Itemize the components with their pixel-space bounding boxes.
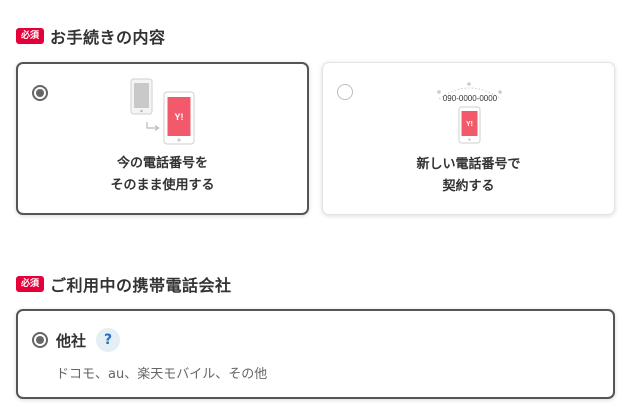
option-new-number-label: 新しい電話番号で 契約する [416, 157, 521, 194]
section-title-procedure: 必須 お手続きの内容 [16, 24, 166, 48]
section-title-carrier: 必須 ご利用中の携帯電話会社 [16, 272, 232, 296]
new-number-label: 090-0000-0000 [443, 94, 498, 103]
carrier-label: 他社 [56, 331, 87, 350]
number-transfer-illustration-icon: Y! [130, 78, 195, 145]
option-other-carrier-card[interactable]: 他社 ? ドコモ、au、楽天モバイル、その他 [16, 309, 615, 399]
required-badge: 必須 [16, 28, 45, 44]
section-heading: ご利用中の携帯電話会社 [50, 276, 232, 295]
required-badge: 必須 [16, 276, 45, 292]
carrier-row: 他社 ? [56, 328, 121, 352]
option-keep-number-card[interactable]: Y! 今の電話番号を そのまま使用する [16, 62, 309, 215]
radio-other-carrier[interactable] [32, 332, 48, 348]
option-new-number-card[interactable]: 090-0000-0000 Y! 新しい電話番号で 契約する [322, 62, 615, 215]
radio-keep-number[interactable] [32, 85, 48, 101]
radio-new-number[interactable] [337, 84, 353, 100]
help-icon[interactable]: ? [96, 328, 121, 352]
phone-logo: Y! [175, 112, 184, 122]
new-number-illustration-icon: 090-0000-0000 Y! [437, 82, 502, 144]
carrier-description: ドコモ、au、楽天モバイル、その他 [56, 367, 268, 382]
option-keep-number-label: 今の電話番号を そのまま使用する [110, 156, 215, 193]
section-heading: お手続きの内容 [50, 28, 166, 47]
phone-logo: Y! [466, 121, 473, 128]
